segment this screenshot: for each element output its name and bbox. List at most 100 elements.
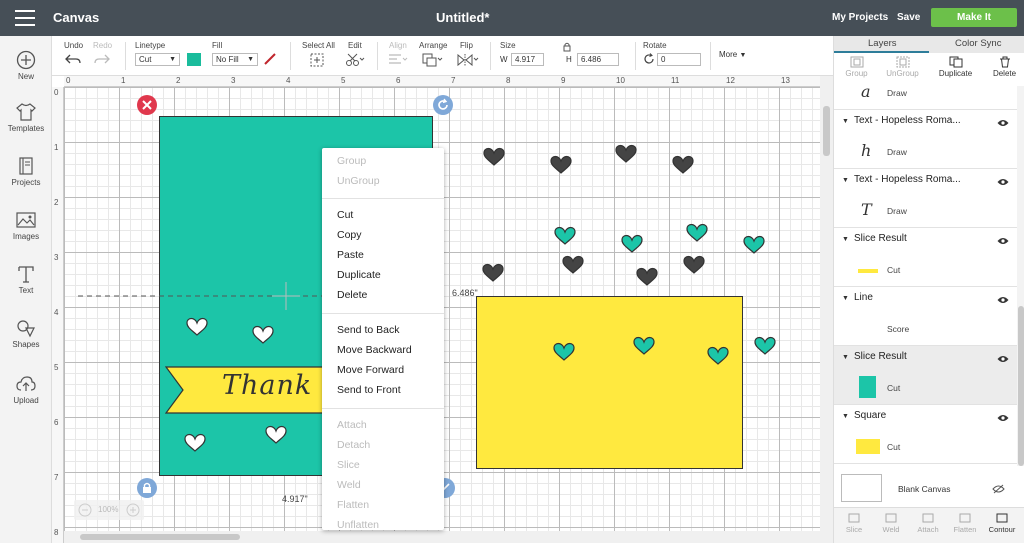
dark-heart[interactable] [483,147,505,166]
nav-new[interactable]: New [0,50,52,81]
scissors-icon[interactable] [345,53,367,67]
collapse-arrow-icon[interactable]: ▼ [842,354,849,361]
tab-color-sync[interactable]: Color Sync [955,38,1001,49]
white-heart[interactable] [252,325,274,344]
zoom-out-icon[interactable] [78,503,92,517]
white-heart[interactable] [186,317,208,336]
width-input[interactable]: 4.917 [511,53,544,66]
height-input[interactable]: 6.486 [577,53,619,66]
teal-heart[interactable] [743,235,765,254]
collapse-arrow-icon[interactable]: ▼ [842,177,849,184]
document-title[interactable]: Untitled* [436,10,489,25]
nav-upload[interactable]: Upload [0,374,52,405]
action-attach[interactable]: Attach [909,512,947,534]
align-icon[interactable] [388,54,408,66]
blank-canvas-swatch[interactable] [841,474,882,502]
menu-item-delete[interactable]: Delete [337,289,367,301]
ungroup-button[interactable]: UnGroup [880,56,925,78]
teal-heart[interactable] [686,223,708,242]
layer-row[interactable]: ▼ Square Cut [834,405,1017,464]
save-button[interactable]: Save [897,12,920,23]
menu-item-move-forward[interactable]: Move Forward [337,364,404,376]
lock-handle-icon[interactable] [136,477,158,499]
teal-heart[interactable] [553,342,575,361]
dark-heart[interactable] [550,155,572,174]
flip-icon[interactable] [456,53,480,67]
rotate-handle-icon[interactable] [432,94,454,116]
teal-heart[interactable] [633,336,655,355]
layer-row[interactable]: ▼ Slice Result Cut [834,228,1017,287]
dark-heart[interactable] [615,144,637,163]
teal-heart[interactable] [554,226,576,245]
eye-icon[interactable] [997,119,1009,127]
fill-select[interactable]: No Fill ▼ [212,53,258,66]
linetype-select[interactable]: Cut ▼ [135,53,180,66]
dark-heart[interactable] [672,155,694,174]
select-all-icon[interactable] [310,53,324,67]
rotate-input[interactable]: 0 [657,53,701,66]
my-projects-link[interactable]: My Projects [832,12,888,23]
menu-item-paste[interactable]: Paste [337,249,364,261]
teal-heart[interactable] [754,336,776,355]
layer-row[interactable]: ▼ Line Score [834,287,1017,346]
canvas-vertical-scrollbar[interactable] [820,76,833,543]
group-button[interactable]: Group [834,56,879,78]
duplicate-button[interactable]: Duplicate [933,56,978,78]
layer-row[interactable]: a Draw [834,86,1017,110]
delete-handle-icon[interactable] [136,94,158,116]
scroll-thumb[interactable] [823,106,830,156]
white-heart[interactable] [184,433,206,452]
dark-heart[interactable] [562,255,584,274]
teal-heart[interactable] [707,346,729,365]
menu-hamburger-icon[interactable] [15,10,35,26]
action-weld[interactable]: Weld [872,512,910,534]
collapse-arrow-icon[interactable]: ▼ [842,118,849,125]
layer-row[interactable]: ▼ Text - Hopeless Roma... T Draw [834,169,1017,228]
redo-icon[interactable] [94,53,110,65]
tab-layers[interactable]: Layers [868,38,897,49]
menu-item-duplicate[interactable]: Duplicate [337,269,381,281]
undo-icon[interactable] [65,53,81,65]
collapse-arrow-icon[interactable]: ▼ [842,236,849,243]
action-slice[interactable]: Slice [835,512,873,534]
zoom-in-icon[interactable] [126,503,140,517]
menu-item-send-to-back[interactable]: Send to Back [337,324,399,336]
fill-color-slash-icon[interactable] [263,52,277,66]
dark-heart[interactable] [482,263,504,282]
menu-item-cut[interactable]: Cut [337,209,353,221]
make-it-button[interactable]: Make It [931,8,1017,27]
scroll-thumb[interactable] [1018,306,1024,466]
linetype-color-swatch[interactable] [187,53,201,66]
nav-templates[interactable]: Templates [0,102,52,133]
more-menu[interactable]: More ▼ [719,50,746,59]
nav-text[interactable]: Text [0,264,52,295]
canvas-horizontal-scrollbar[interactable] [64,531,820,543]
eye-icon[interactable] [997,178,1009,186]
delete-button[interactable]: Delete [982,56,1024,78]
hidden-eye-icon[interactable] [992,484,1005,494]
action-flatten[interactable]: Flatten [946,512,984,534]
eye-icon[interactable] [997,355,1009,363]
dark-heart[interactable] [683,255,705,274]
collapse-arrow-icon[interactable]: ▼ [842,413,849,420]
nav-shapes[interactable]: Shapes [0,318,52,349]
layer-row[interactable]: ▼ Text - Hopeless Roma... h Draw [834,110,1017,169]
menu-item-send-to-front[interactable]: Send to Front [337,384,401,396]
white-heart[interactable] [265,425,287,444]
rotate-icon[interactable] [643,53,655,65]
menu-item-move-backward[interactable]: Move Backward [337,344,412,356]
action-contour[interactable]: Contour [983,512,1021,534]
nav-projects[interactable]: Projects [0,156,52,187]
nav-images[interactable]: Images [0,210,52,241]
menu-item-copy[interactable]: Copy [337,229,362,241]
teal-heart[interactable] [621,234,643,253]
eye-icon[interactable] [997,237,1009,245]
scroll-thumb[interactable] [80,534,240,540]
eye-icon[interactable] [997,414,1009,422]
eye-icon[interactable] [997,296,1009,304]
layers-scrollbar[interactable] [1017,86,1024,466]
lock-icon[interactable] [563,42,571,52]
arrange-icon[interactable] [422,53,444,67]
collapse-arrow-icon[interactable]: ▼ [842,295,849,302]
dark-heart[interactable] [636,267,658,286]
